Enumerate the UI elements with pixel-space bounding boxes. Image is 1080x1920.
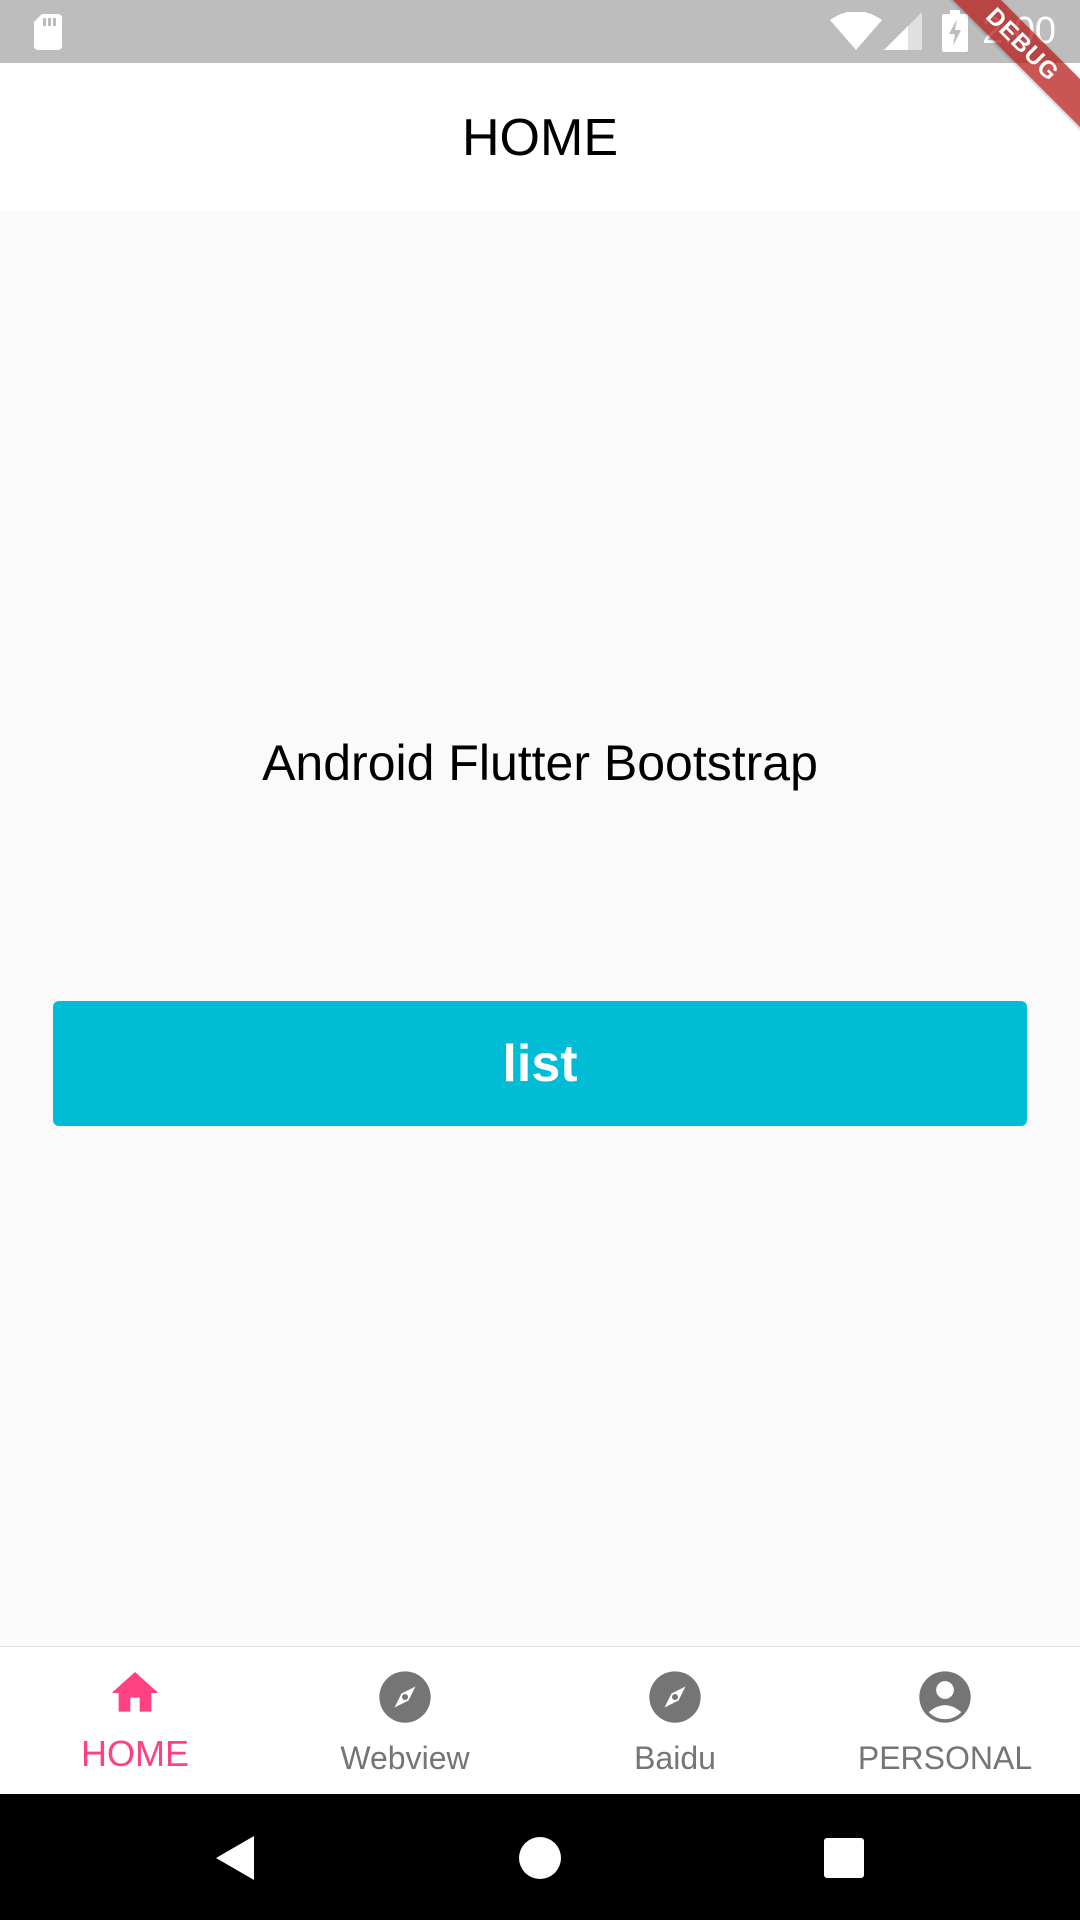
signal-icon — [884, 12, 922, 50]
wifi-icon — [830, 12, 882, 50]
home-icon — [111, 1672, 159, 1712]
bottom-navigation: HOME Webview Baidu PERSONAL — [0, 1646, 1080, 1795]
list-button[interactable]: list — [53, 1001, 1027, 1126]
system-navigation-bar — [0, 1794, 1080, 1920]
compass-icon — [649, 1671, 701, 1723]
nav-label-baidu: Baidu — [634, 1740, 716, 1776]
account-circle-icon — [919, 1671, 971, 1723]
nav-item-baidu[interactable]: Baidu — [540, 1647, 810, 1795]
nav-label-personal: PERSONAL — [857, 1740, 1033, 1776]
recents-icon[interactable] — [816, 1830, 872, 1886]
app-bar: HOME — [0, 63, 1080, 210]
page-title: HOME — [462, 109, 618, 167]
battery-charging-icon — [942, 10, 968, 52]
nav-label-webview: Webview — [340, 1740, 470, 1776]
nav-item-webview[interactable]: Webview — [270, 1647, 540, 1795]
home-circle-icon[interactable] — [512, 1830, 568, 1886]
status-bar: 2:00 — [0, 0, 1080, 63]
nav-label-home: HOME — [81, 1733, 189, 1774]
status-time: 2:00 — [982, 10, 1056, 52]
sd-card-icon — [34, 14, 62, 50]
nav-item-home[interactable]: HOME — [0, 1647, 270, 1795]
compass-icon — [379, 1671, 431, 1723]
main-heading: Android Flutter Bootstrap — [262, 735, 818, 791]
nav-item-personal[interactable]: PERSONAL — [810, 1647, 1080, 1795]
back-icon[interactable] — [208, 1830, 264, 1886]
